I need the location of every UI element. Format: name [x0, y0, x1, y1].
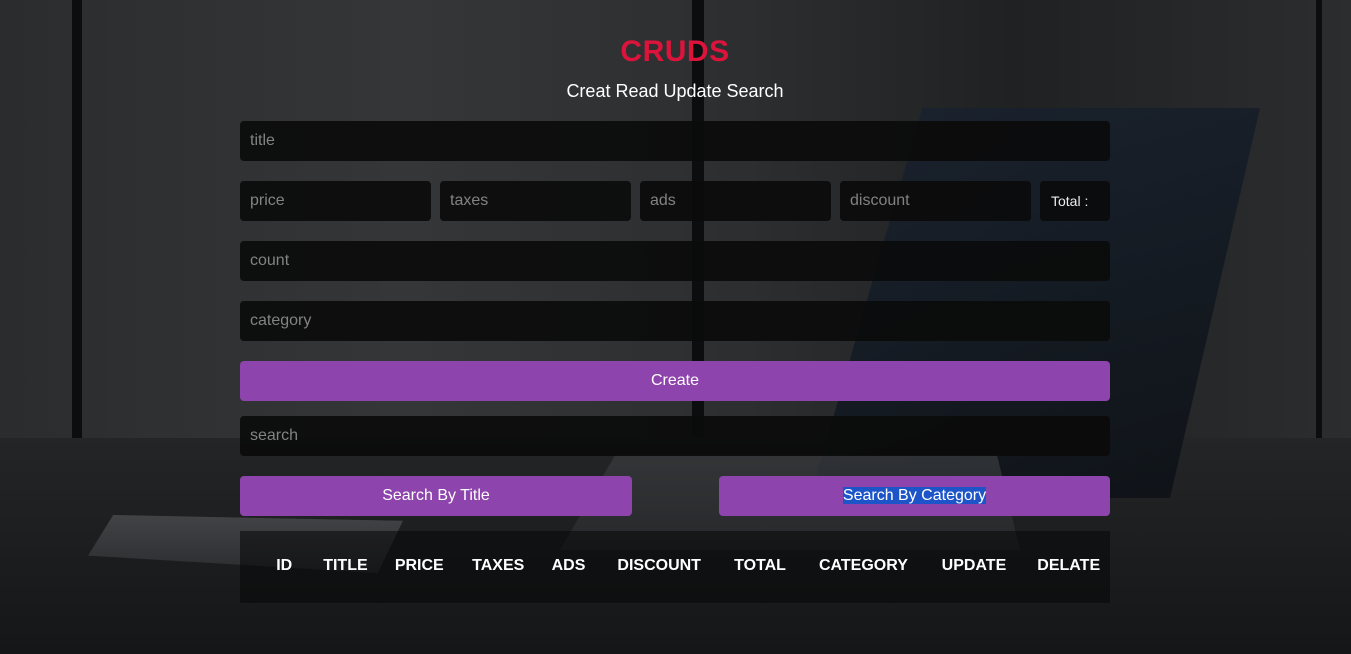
search-input[interactable]: [240, 416, 1110, 456]
category-input[interactable]: [240, 301, 1110, 341]
discount-input[interactable]: [840, 181, 1031, 221]
column-header-ads: ADS: [551, 557, 586, 574]
count-input[interactable]: [240, 241, 1110, 281]
column-header-title: TITLE: [323, 557, 368, 574]
column-header-price: PRICE: [394, 557, 444, 574]
column-header-update: UPDATE: [941, 557, 1007, 574]
column-header-discount: DISCOUNT: [617, 557, 701, 574]
products-table: ID TITLE PRICE TAXES ADS DISCOUNT TOTAL …: [240, 531, 1110, 601]
total-label: Total :: [1051, 193, 1089, 209]
total-display: Total :: [1040, 181, 1110, 221]
page-subtitle: Creat Read Update Search: [566, 81, 784, 101]
column-header-delate: DELATE: [1037, 557, 1101, 574]
products-table-container: ID TITLE PRICE TAXES ADS DISCOUNT TOTAL …: [240, 531, 1110, 603]
search-by-category-button[interactable]: Search By Category: [719, 476, 1110, 516]
taxes-input[interactable]: [440, 181, 631, 221]
crud-app: CRUDS Creat Read Update Search Total : C…: [240, 0, 1110, 603]
search-by-category-label: Search By Category: [842, 487, 987, 504]
price-input[interactable]: [240, 181, 431, 221]
create-button[interactable]: Create: [240, 361, 1110, 401]
search-by-title-button[interactable]: Search By Title: [240, 476, 632, 516]
ads-input[interactable]: [640, 181, 831, 221]
column-header-category: CATEGORY: [818, 557, 908, 574]
background-window-frame: [72, 0, 82, 438]
background-window-frame: [1316, 0, 1322, 438]
column-header-total: TOTAL: [734, 557, 786, 574]
price-row: Total :: [240, 181, 1110, 221]
title-input[interactable]: [240, 121, 1110, 161]
page-title: CRUDS: [620, 35, 730, 68]
column-header-taxes: TAXES: [472, 557, 525, 574]
header: CRUDS Creat Read Update Search: [240, 0, 1110, 102]
column-header-id: ID: [276, 557, 293, 574]
table-header-row: ID TITLE PRICE TAXES ADS DISCOUNT TOTAL …: [240, 531, 1110, 601]
